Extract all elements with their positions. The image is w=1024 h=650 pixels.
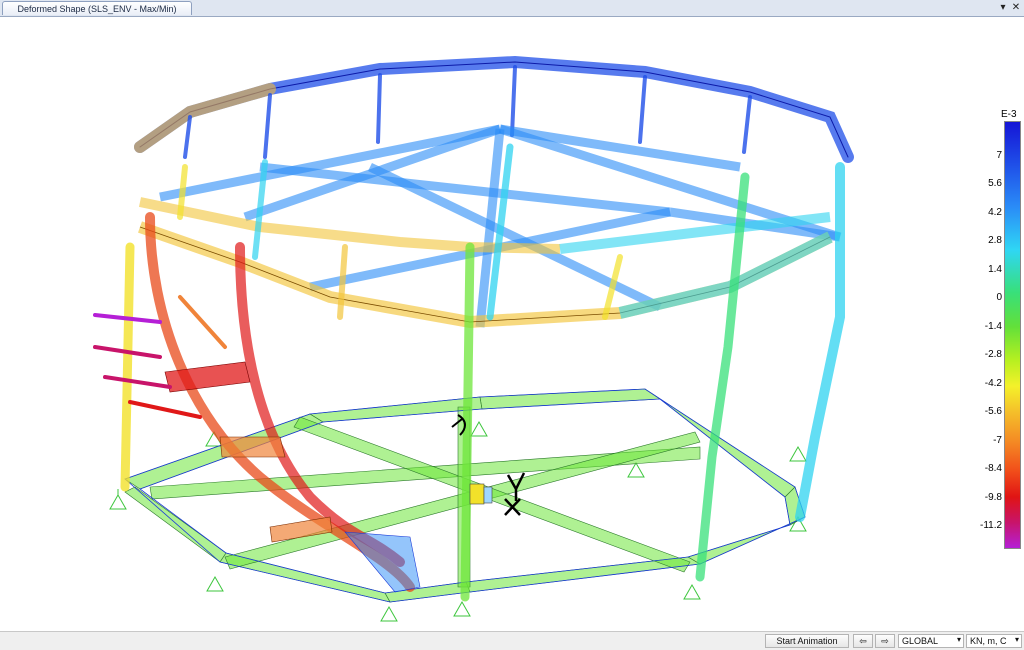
close-icon[interactable]: ✕ [1009,0,1023,16]
model-viewport[interactable]: E-3 7 5.6 4.2 2.8 1.4 0 -1.4 -2.8 -4.2 -… [0,17,1024,631]
coordinate-system-value: GLOBAL [902,636,939,646]
legend-tick: 0 [996,292,1002,303]
legend-tick: 2.8 [988,235,1002,246]
legend-tick: -5.6 [984,406,1002,417]
legend-tick: -1.4 [984,321,1002,332]
legend-tick: -11.2 [980,520,1003,531]
legend-tick: 5.6 [988,178,1002,189]
legend-tick: -4.2 [984,378,1002,389]
legend-tick: -9.8 [984,492,1002,503]
legend-tick: 4.2 [988,207,1002,218]
document-tab[interactable]: Deformed Shape (SLS_ENV - Max/Min) [2,1,192,15]
units-value: KN, m, C [970,636,1007,646]
legend-tick: -8.4 [984,463,1002,474]
legend-color-bar [1004,121,1021,549]
chevron-down-icon: ▾ [1014,635,1019,644]
legend-units-label: E-3 [1001,109,1017,120]
start-animation-button[interactable]: Start Animation [765,634,849,648]
legend-tick: 1.4 [988,264,1002,275]
coordinate-system-select[interactable]: GLOBAL ▾ [898,634,964,648]
next-arrow-icon[interactable]: ⇨ [875,634,895,648]
color-legend: E-3 7 5.6 4.2 2.8 1.4 0 -1.4 -2.8 -4.2 -… [980,109,1024,569]
top-ring [134,55,854,163]
units-select[interactable]: KN, m, C ▾ [966,634,1022,648]
status-bar: Start Animation ⇦ ⇨ GLOBAL ▾ KN, m, C ▾ [0,631,1024,650]
legend-tick: -7 [993,435,1002,446]
chevron-down-icon: ▾ [956,635,961,644]
previous-arrow-icon[interactable]: ⇦ [853,634,873,648]
tab-list-dropdown-icon[interactable]: ▾ [996,0,1010,16]
document-tab-bar: Deformed Shape (SLS_ENV - Max/Min) ▾ ✕ [0,0,1024,17]
legend-tick: 7 [996,150,1002,161]
legend-tick: -2.8 [984,349,1002,360]
deformed-structure-drawing [93,55,854,622]
